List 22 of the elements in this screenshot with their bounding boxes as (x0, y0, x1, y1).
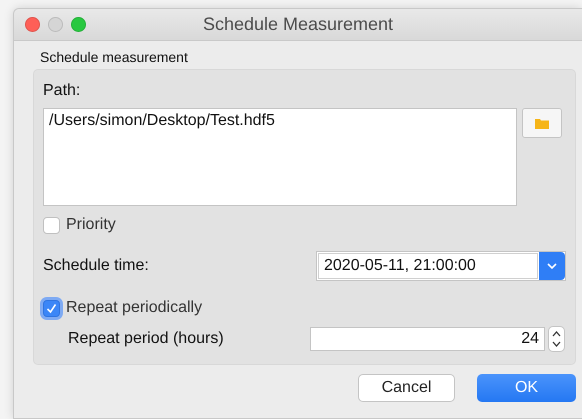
repeat-label: Repeat periodically (66, 299, 202, 317)
folder-icon (535, 118, 549, 128)
group-title: Schedule measurement (40, 49, 188, 65)
path-label: Path: (43, 82, 80, 100)
chevron-down-icon (547, 263, 557, 269)
ok-button[interactable]: OK (477, 374, 576, 402)
path-field[interactable]: /Users/simon/Desktop/Test.hdf5 (43, 108, 517, 206)
browse-button[interactable] (522, 108, 562, 138)
cancel-button[interactable]: Cancel (358, 374, 455, 402)
priority-label: Priority (66, 216, 116, 234)
schedule-time-label: Schedule time: (43, 257, 149, 275)
dropdown-button[interactable] (539, 252, 565, 280)
up-down-icon (552, 330, 561, 348)
window-title: Schedule Measurement (202, 14, 394, 35)
stepper-button[interactable] (548, 326, 565, 352)
schedule-time-field[interactable]: 2020-05-11, 21:00:00 (318, 253, 538, 279)
repeat-period-label: Repeat period (hours) (68, 330, 224, 348)
close-icon[interactable] (25, 17, 40, 32)
checkmark-icon (46, 302, 57, 314)
priority-checkbox[interactable] (43, 216, 60, 234)
zoom-icon[interactable] (71, 17, 86, 32)
repeat-period-field[interactable]: 24 (310, 327, 545, 351)
